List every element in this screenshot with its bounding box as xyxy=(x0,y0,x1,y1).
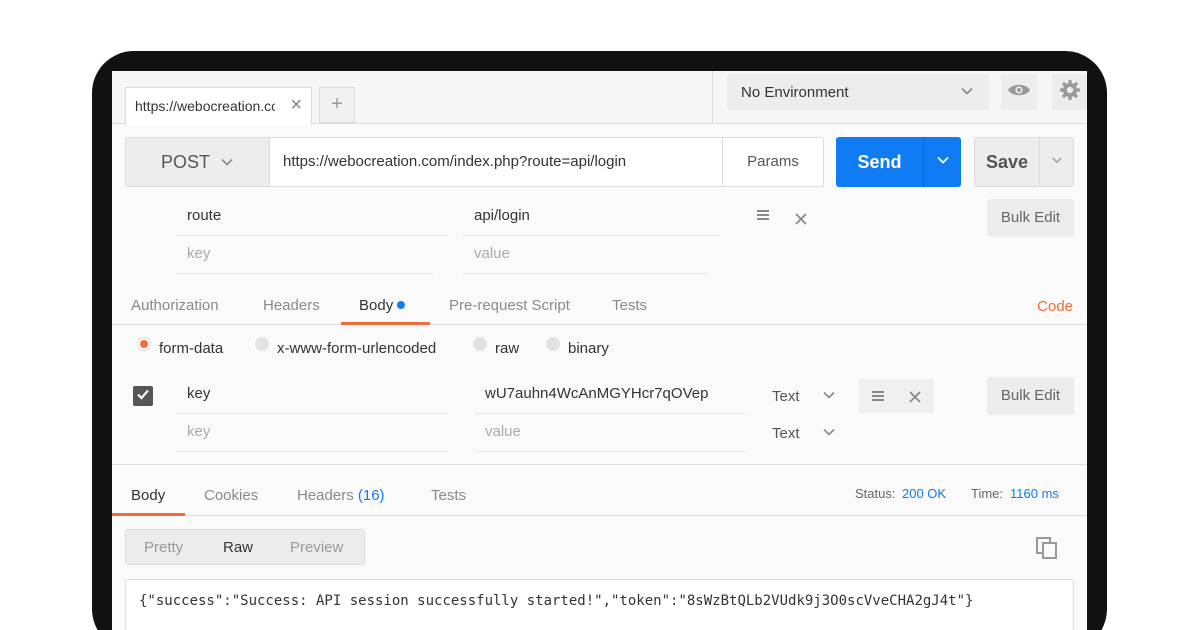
code-link[interactable]: Code xyxy=(1037,298,1073,315)
tab-authorization[interactable]: Authorization xyxy=(131,297,219,314)
tab-body[interactable]: Body xyxy=(359,297,406,314)
tab-body-label: Body xyxy=(359,297,394,314)
plus-icon: + xyxy=(331,93,343,115)
copy-icon[interactable] xyxy=(1035,536,1059,564)
send-options-button[interactable] xyxy=(923,137,961,187)
form-bulk-edit-button[interactable]: Bulk Edit xyxy=(987,377,1074,415)
hamburger-icon[interactable] xyxy=(757,207,769,227)
param-new-value-input[interactable]: value xyxy=(463,236,708,274)
response-view-switch: Pretty Raw Preview xyxy=(125,529,365,565)
form-type-select[interactable]: Text xyxy=(772,388,800,405)
environment-select[interactable]: No Environment xyxy=(727,74,989,110)
url-input[interactable]: https://webocreation.com/index.php?route… xyxy=(269,137,723,187)
response-tab-body[interactable]: Body xyxy=(131,487,165,504)
param-new-key-input[interactable]: key xyxy=(176,236,433,274)
body-modified-dot xyxy=(397,301,406,309)
form-new-type-select[interactable]: Text xyxy=(772,425,800,442)
send-label: Send xyxy=(857,152,902,172)
tab-tests[interactable]: Tests xyxy=(612,297,647,314)
chevron-down-icon xyxy=(1050,153,1064,171)
response-body-text: {"success":"Success: API session success… xyxy=(139,593,974,609)
chevron-down-icon xyxy=(935,152,951,172)
params-bulk-edit-button[interactable]: Bulk Edit xyxy=(987,199,1074,237)
response-tab-headers-label: Headers xyxy=(297,487,354,504)
radio-urlencoded[interactable] xyxy=(255,337,269,351)
radio-form-data[interactable] xyxy=(137,337,151,351)
save-options-button[interactable] xyxy=(1039,138,1073,186)
request-tabs: Authorization Headers Body Pre-request S… xyxy=(112,285,1087,325)
view-preview[interactable]: Preview xyxy=(290,539,343,556)
app-window: https://webocreation.com/index.php?route… xyxy=(112,71,1087,630)
radio-urlencoded-label: x-www-form-urlencoded xyxy=(277,340,437,357)
chevron-down-icon xyxy=(219,154,235,174)
tab-pre-request-script[interactable]: Pre-request Script xyxy=(449,297,570,314)
close-icon[interactable] xyxy=(795,210,807,230)
param-key-cell[interactable]: route xyxy=(176,198,448,236)
request-tab-label: https://webocreation.com/index.php?route… xyxy=(135,98,275,114)
response-body-panel[interactable]: {"success":"Success: API session success… xyxy=(125,579,1074,630)
environment-bar: No Environment xyxy=(712,71,1087,124)
view-raw[interactable]: Raw xyxy=(223,539,253,556)
settings-button[interactable] xyxy=(1052,74,1087,110)
response-tab-cookies[interactable]: Cookies xyxy=(204,487,258,504)
radio-binary[interactable] xyxy=(546,337,560,351)
send-button[interactable]: Send xyxy=(836,137,961,187)
form-value-cell[interactable]: wU7auhn4WcAnMGYHcr7qOVep xyxy=(474,376,746,414)
time-label: Time: xyxy=(971,486,1004,501)
param-value-cell[interactable]: api/login xyxy=(463,198,720,236)
form-new-key-input[interactable]: key xyxy=(176,414,448,452)
hamburger-icon[interactable] xyxy=(872,389,884,407)
form-new-value-input[interactable]: value xyxy=(474,414,746,452)
chevron-down-icon[interactable] xyxy=(821,424,837,444)
radio-raw-label: raw xyxy=(495,340,520,357)
params-button[interactable]: Params xyxy=(722,137,824,187)
headers-count: (16) xyxy=(357,487,385,504)
form-row-actions xyxy=(859,379,934,413)
response-tab-tests[interactable]: Tests xyxy=(431,487,466,504)
radio-raw[interactable] xyxy=(473,337,487,351)
request-tab[interactable]: https://webocreation.com/index.php?route… xyxy=(125,87,312,125)
save-label: Save xyxy=(985,152,1029,172)
request-tab-bar: https://webocreation.com/index.php?route… xyxy=(112,71,712,125)
view-pretty[interactable]: Pretty xyxy=(144,539,183,556)
status-value: 200 OK xyxy=(902,486,947,501)
save-button[interactable]: Save xyxy=(974,137,1074,187)
form-key-cell[interactable]: key xyxy=(176,376,448,414)
status-label: Status: xyxy=(855,486,896,501)
method-select[interactable]: POST xyxy=(125,137,270,187)
gear-icon xyxy=(1059,79,1081,105)
active-tab-indicator xyxy=(341,322,430,325)
eye-icon xyxy=(1007,82,1031,102)
chevron-down-icon[interactable] xyxy=(821,387,837,407)
method-label: POST xyxy=(161,152,211,172)
active-response-tab-indicator xyxy=(112,513,185,516)
response-tab-headers[interactable]: Headers (16) xyxy=(297,487,385,504)
environment-label: No Environment xyxy=(741,84,849,101)
radio-form-data-label: form-data xyxy=(159,340,224,357)
radio-binary-label: binary xyxy=(568,340,609,357)
eye-button[interactable] xyxy=(1001,74,1037,110)
form-row-checkbox[interactable] xyxy=(133,386,153,406)
tab-headers[interactable]: Headers xyxy=(263,297,320,314)
add-tab-button[interactable]: + xyxy=(319,87,355,123)
close-icon[interactable]: × xyxy=(290,95,302,115)
time-value: 1160 ms xyxy=(1010,486,1059,501)
close-icon[interactable] xyxy=(909,390,921,407)
response-tabs: Body Cookies Headers (16) Tests Status: … xyxy=(112,465,1087,516)
checkmark-icon xyxy=(136,387,150,405)
chevron-down-icon xyxy=(959,83,975,103)
